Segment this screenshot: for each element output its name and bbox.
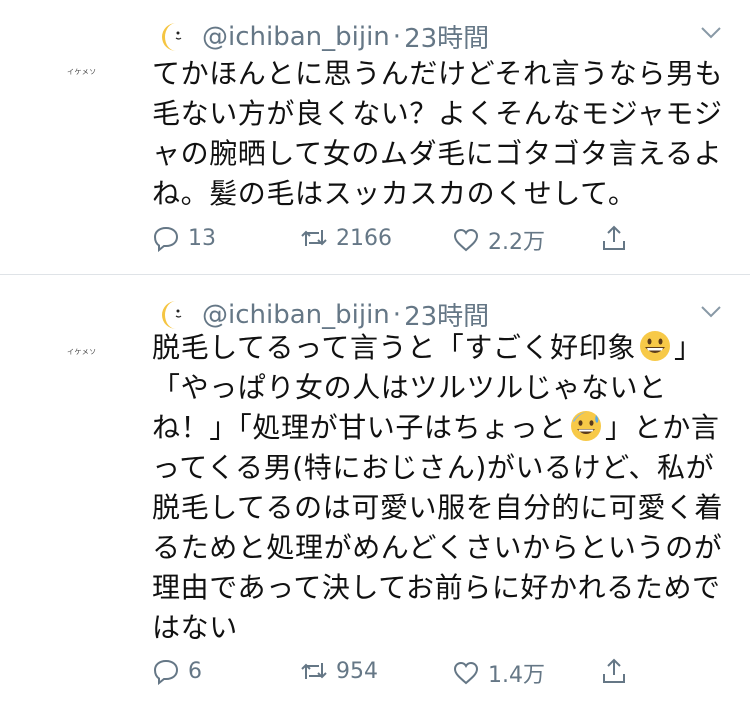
tweet-text-part: 脱毛してるって言うと「すごく好印象 xyxy=(152,331,636,364)
grinning-face-with-sweat-icon xyxy=(571,411,602,441)
share-button[interactable] xyxy=(600,657,636,685)
tweet-text-part: 」とか言ってくる男(特におじさん)がいるけど、私が脱毛してるのは可愛い服を自分的… xyxy=(152,411,724,644)
tweet-actions: 6 954 1.4万 xyxy=(152,657,642,691)
user-handle[interactable]: @ichiban_bijin xyxy=(202,300,390,330)
retweet-icon xyxy=(301,663,327,679)
like-button[interactable]: 1.4万 xyxy=(452,657,545,689)
tweet[interactable]: イケメソ @ichiban_bijin · 23時間 脱毛してるって言うと「すご… xyxy=(0,0,750,689)
reply-button[interactable]: 6 xyxy=(152,657,202,685)
separator: · xyxy=(392,299,402,330)
grinning-face-icon xyxy=(639,331,670,361)
heart-icon xyxy=(453,661,479,685)
reply-count: 6 xyxy=(188,658,202,684)
retweet-count: 954 xyxy=(336,658,378,684)
avatar[interactable]: イケメソ xyxy=(67,347,97,357)
crescent-moon-icon xyxy=(162,300,182,329)
tweet-text: 脱毛してるって言うと「すごく好印象」 「やっぱり女の人はツルツルじゃないとね！」… xyxy=(152,328,727,648)
reply-icon xyxy=(153,659,179,685)
share-icon xyxy=(603,658,625,683)
retweet-button[interactable]: 954 xyxy=(300,657,378,685)
chevron-down-icon[interactable] xyxy=(700,305,722,319)
like-count: 1.4万 xyxy=(488,663,545,688)
